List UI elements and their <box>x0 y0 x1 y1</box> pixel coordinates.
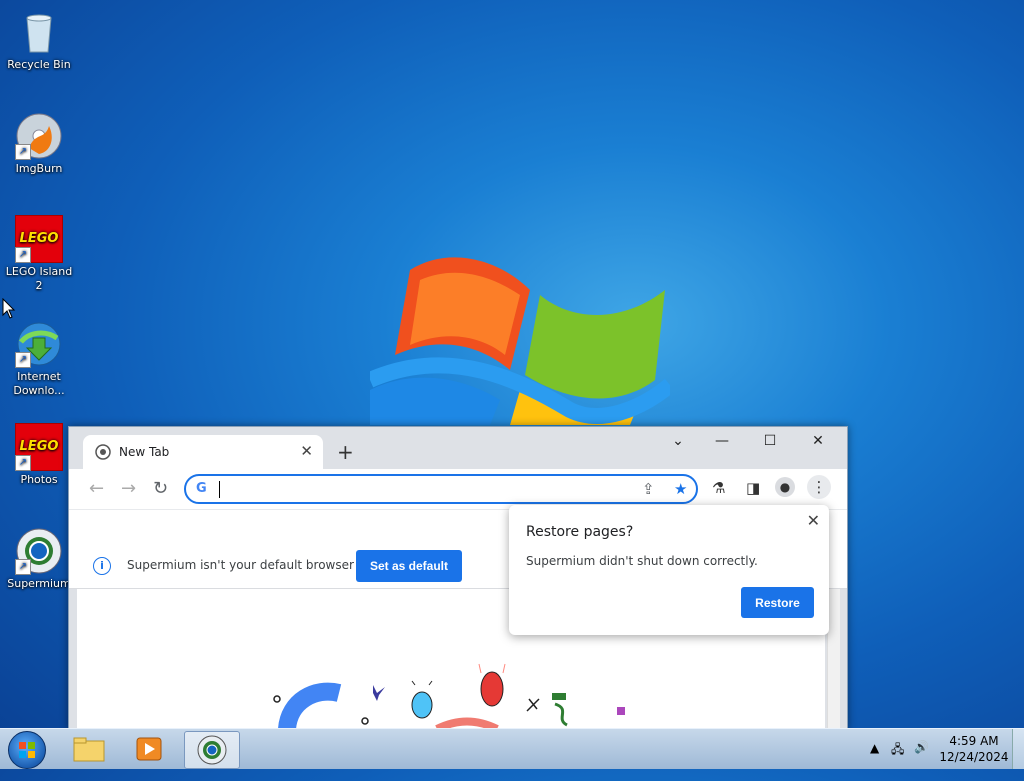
mouse-cursor-icon <box>2 298 16 319</box>
desktop: { "desktop": { "icons": [ {"label": "Rec… <box>0 0 1024 769</box>
desktop-icon-imgburn[interactable]: ↗ ImgBurn <box>2 112 76 176</box>
reload-icon[interactable]: ↻ <box>153 478 168 499</box>
bookmark-star-icon[interactable]: ★ <box>674 480 687 498</box>
chrome-tab-icon <box>95 444 111 460</box>
maximize-button[interactable]: ☐ <box>755 433 785 449</box>
dialog-message: Supermium didn't shut down correctly. <box>526 554 758 568</box>
google-g-icon: G <box>196 481 207 496</box>
desktop-icon-label: Internet Downlo... <box>13 370 65 397</box>
shortcut-arrow-icon: ↗ <box>15 455 31 471</box>
desktop-icon-recycle-bin[interactable]: Recycle Bin <box>2 8 76 72</box>
close-window-button[interactable]: ✕ <box>803 433 833 449</box>
desktop-icon-label: Recycle Bin <box>7 58 71 71</box>
back-arrow-icon[interactable]: ← <box>89 478 104 499</box>
lego-icon: LEGO ↗ <box>15 423 63 471</box>
restore-button[interactable]: Restore <box>741 587 814 618</box>
folder-icon <box>73 737 105 762</box>
clock-time: 4:59 AM <box>949 734 999 748</box>
dialog-title: Restore pages? <box>526 524 634 540</box>
desktop-icon-supermium[interactable]: ↗ Supermium <box>2 527 76 591</box>
address-bar[interactable]: G ⇪ ★ <box>184 474 698 504</box>
windows-flag-icon <box>19 742 35 758</box>
infobar-message: Supermium isn't your default browser <box>127 558 354 572</box>
desktop-icon-photos[interactable]: LEGO ↗ Photos <box>2 423 76 487</box>
volume-icon[interactable]: 🔊 <box>914 740 929 780</box>
share-icon[interactable]: ⇪ <box>642 480 655 498</box>
desktop-icon-label: LEGO Island 2 <box>5 265 73 292</box>
shortcut-arrow-icon: ↗ <box>15 559 31 575</box>
shortcut-arrow-icon: ↗ <box>15 352 31 368</box>
internet-download-manager-icon: ↗ <box>15 320 63 368</box>
text-caret <box>219 481 220 498</box>
minimize-button[interactable]: — <box>707 433 737 449</box>
recycle-bin-icon <box>15 8 63 56</box>
taskbar: ▲ 🖧 🔊 4:59 AM 12/24/2024 <box>0 728 1024 769</box>
tab-close-icon[interactable]: ✕ <box>300 442 313 460</box>
start-button[interactable] <box>8 731 46 769</box>
kebab-menu-icon[interactable]: ⋮ <box>807 475 831 499</box>
shortcut-arrow-icon: ↗ <box>15 144 31 160</box>
browser-toolbar: ← → ↻ G ⇪ ★ ⚗ ◨ ● ⋮ <box>69 469 847 509</box>
taskbar-file-explorer[interactable] <box>62 731 116 767</box>
shortcut-arrow-icon: ↗ <box>15 247 31 263</box>
desktop-icon-label: ImgBurn <box>15 162 63 175</box>
labs-flask-icon[interactable]: ⚗ <box>712 479 725 497</box>
restore-pages-dialog: Restore pages? ✕ Supermium didn't shut d… <box>509 505 829 635</box>
windows-logo-wallpaper <box>370 257 670 425</box>
taskbar-supermium[interactable] <box>184 731 240 769</box>
show-desktop-button[interactable] <box>1012 729 1024 769</box>
supermium-icon <box>197 735 227 765</box>
info-icon: i <box>93 557 111 575</box>
supermium-icon: ↗ <box>15 527 63 575</box>
profile-avatar-icon[interactable]: ● <box>775 477 795 497</box>
new-tab-plus-icon[interactable]: + <box>337 440 354 464</box>
tab-new-tab[interactable]: New Tab ✕ <box>83 435 323 469</box>
show-hidden-icons-chevron-icon[interactable]: ▲ <box>870 741 879 781</box>
taskbar-media-player[interactable] <box>122 731 176 767</box>
desktop-icon-label: Photos <box>20 473 58 486</box>
desktop-icon-label: Supermium <box>7 577 71 590</box>
network-icon[interactable]: 🖧 <box>891 740 904 780</box>
clock-date: 12/24/2024 <box>939 750 1009 764</box>
close-icon[interactable]: ✕ <box>807 511 820 530</box>
system-clock[interactable]: 4:59 AM 12/24/2024 <box>938 733 1010 765</box>
imgburn-icon: ↗ <box>15 112 63 160</box>
lego-icon: LEGO ↗ <box>15 215 63 263</box>
desktop-icon-internet-download-manager[interactable]: ↗ Internet Downlo... <box>2 320 76 398</box>
set-as-default-button[interactable]: Set as default <box>356 550 462 582</box>
forward-arrow-icon[interactable]: → <box>121 478 136 499</box>
tab-title: New Tab <box>119 445 170 459</box>
desktop-icon-lego-island-2[interactable]: LEGO ↗ LEGO Island 2 <box>2 215 76 293</box>
media-player-icon <box>136 737 162 761</box>
side-panel-icon[interactable]: ◨ <box>746 479 760 497</box>
tab-search-chevron-icon[interactable]: ⌄ <box>663 433 693 449</box>
